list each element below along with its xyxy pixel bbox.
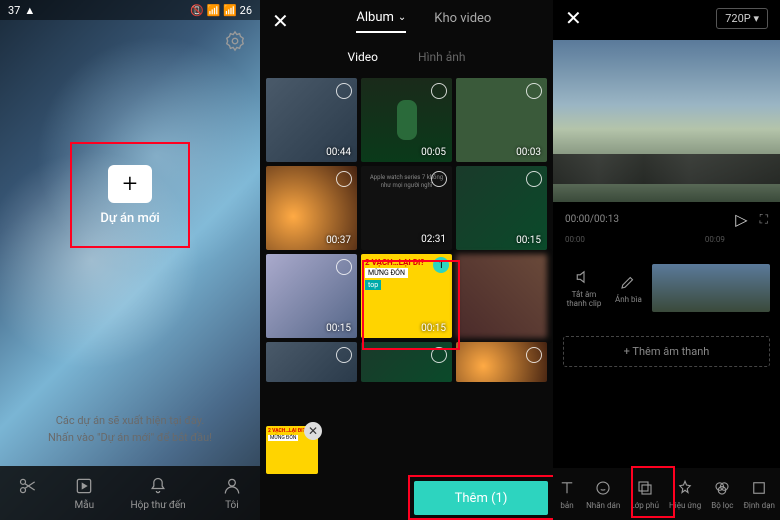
select-circle[interactable]: [336, 347, 352, 363]
tab-me[interactable]: Tôi: [222, 476, 242, 511]
tool-text[interactable]: bản: [558, 479, 576, 510]
scissors-icon: [18, 476, 38, 496]
timeline-ticks: 00:0000:09: [553, 233, 780, 246]
resolution-selector[interactable]: 720P ▾: [716, 8, 768, 29]
filter-icon: [713, 479, 731, 497]
select-circle[interactable]: [431, 83, 447, 99]
text-icon: [558, 479, 576, 497]
status-time: 37: [8, 4, 20, 17]
select-circle[interactable]: [336, 83, 352, 99]
tab-edit[interactable]: .: [18, 476, 38, 511]
new-project-button[interactable]: Dự án mới: [80, 150, 180, 240]
tool-sticker[interactable]: Nhãn dán: [586, 479, 620, 510]
video-thumb[interactable]: [456, 342, 547, 382]
select-circle[interactable]: [431, 171, 447, 187]
playback-time: 00:00/00:13: [565, 214, 723, 225]
timeline-clip[interactable]: [652, 264, 770, 312]
empty-state-hint: Các dự án sẽ xuất hiện tại đây. Nhấn vào…: [0, 413, 260, 446]
template-icon: [74, 476, 94, 496]
close-button[interactable]: ✕: [565, 6, 582, 30]
video-thumb[interactable]: [266, 342, 357, 382]
highlight-annotation: [362, 260, 460, 350]
close-button[interactable]: ✕: [272, 9, 289, 33]
video-thumb[interactable]: 00:15: [266, 254, 357, 338]
tab-storage[interactable]: Kho video: [434, 11, 491, 32]
format-icon: [750, 479, 768, 497]
selected-clips-strip: 2 VẠCH…LẠI ĐI? MỪNG ĐÓN ✕: [266, 426, 318, 474]
effects-icon: [676, 479, 694, 497]
new-project-label: Dự án mới: [100, 211, 159, 226]
subtab-image[interactable]: Hình ảnh: [418, 50, 466, 64]
video-thumb[interactable]: 00:44: [266, 78, 357, 162]
cover-image-button[interactable]: Ảnh bìa: [615, 273, 642, 304]
tab-inbox[interactable]: Hộp thư đến: [131, 476, 186, 511]
tab-template[interactable]: Mẫu: [74, 476, 94, 511]
select-circle[interactable]: [526, 347, 542, 363]
video-thumb[interactable]: 00:15: [456, 166, 547, 250]
video-thumb[interactable]: 00:03: [456, 78, 547, 162]
video-thumb[interactable]: [456, 254, 547, 338]
remove-clip-button[interactable]: ✕: [304, 422, 322, 440]
user-icon: [222, 476, 242, 496]
chevron-down-icon: ⌄: [398, 12, 406, 23]
plus-icon: [108, 165, 152, 203]
add-audio-button[interactable]: + Thêm âm thanh: [563, 336, 770, 367]
settings-button[interactable]: [224, 30, 246, 56]
tab-album[interactable]: Album⌄: [356, 10, 406, 33]
selected-clip-thumb[interactable]: 2 VẠCH…LẠI ĐI? MỪNG ĐÓN ✕: [266, 426, 318, 474]
camera-icon: ▲: [24, 4, 35, 17]
tool-filter[interactable]: Bộ lọc: [711, 479, 733, 510]
bell-icon: [148, 476, 168, 496]
play-button[interactable]: ▷: [735, 210, 747, 229]
select-circle[interactable]: [336, 171, 352, 187]
pencil-icon: [619, 273, 637, 291]
status-indicators: 📵 📶 📶 26: [35, 4, 252, 17]
speaker-icon: [575, 268, 593, 286]
video-thumb[interactable]: 02:31: [361, 166, 452, 250]
mute-clip-button[interactable]: Tắt âm thanh clip: [563, 268, 605, 308]
video-thumb[interactable]: 00:05: [361, 78, 452, 162]
select-circle[interactable]: [526, 83, 542, 99]
video-preview[interactable]: [553, 40, 780, 202]
sticker-icon: [594, 479, 612, 497]
fullscreen-button[interactable]: ⛶: [760, 212, 768, 227]
tool-format[interactable]: Định dạn: [744, 479, 775, 510]
highlight-annotation: [631, 466, 675, 518]
select-circle[interactable]: [526, 259, 542, 275]
select-circle[interactable]: [336, 259, 352, 275]
highlight-annotation: [408, 475, 553, 520]
video-thumb[interactable]: 00:37: [266, 166, 357, 250]
subtab-video[interactable]: Video: [347, 50, 378, 64]
select-circle[interactable]: [526, 171, 542, 187]
